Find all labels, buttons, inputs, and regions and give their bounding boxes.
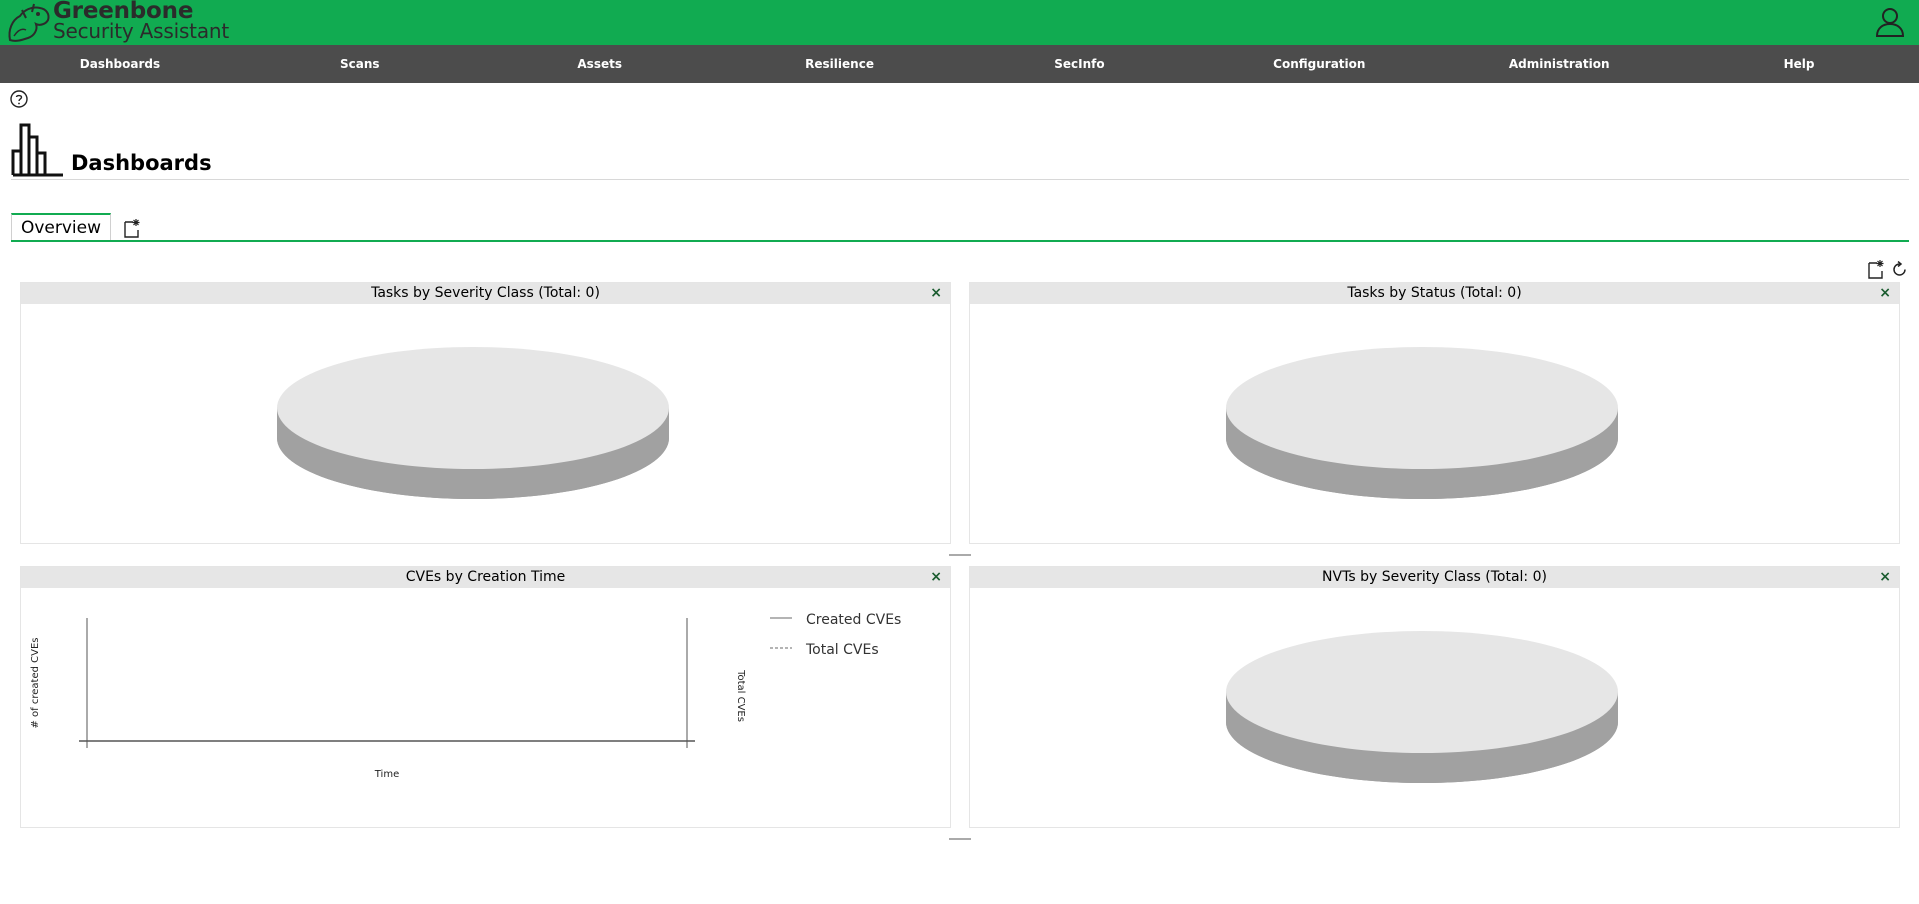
legend-label-total: Total CVEs xyxy=(805,642,879,658)
tab-underline xyxy=(11,240,1909,242)
display-header[interactable]: Tasks by Status (Total: 0) × xyxy=(970,283,1899,304)
close-display-button[interactable]: × xyxy=(930,567,942,588)
display-tasks-by-status: Tasks by Status (Total: 0) × xyxy=(969,282,1900,544)
menu-resilience[interactable]: Resilience xyxy=(720,45,960,83)
menu-administration[interactable]: Administration xyxy=(1439,45,1679,83)
empty-pie-chart xyxy=(1226,631,1618,783)
display-nvts-by-severity: NVTs by Severity Class (Total: 0) × xyxy=(969,566,1900,828)
close-display-button[interactable]: × xyxy=(930,283,942,304)
new-dashboard-icon[interactable] xyxy=(123,218,141,238)
top-header: Greenbone Security Assistant xyxy=(0,0,1919,45)
menu-assets[interactable]: Assets xyxy=(480,45,720,83)
empty-pie-chart xyxy=(277,347,669,499)
tab-overview[interactable]: Overview xyxy=(11,213,111,241)
add-display-icon[interactable] xyxy=(1867,259,1885,279)
row-resize-handle[interactable] xyxy=(949,554,971,556)
close-display-button[interactable]: × xyxy=(1879,567,1891,588)
help-icon[interactable] xyxy=(10,90,28,108)
left-y-axis-label: # of created CVEs xyxy=(30,638,41,729)
user-icon[interactable] xyxy=(1875,6,1905,38)
x-axis-label: Time xyxy=(374,769,399,780)
menu-help[interactable]: Help xyxy=(1679,45,1919,83)
empty-pie-chart xyxy=(1226,347,1618,499)
menu-dashboards[interactable]: Dashboards xyxy=(0,45,240,83)
display-header[interactable]: Tasks by Severity Class (Total: 0) × xyxy=(21,283,950,304)
line-chart: Time # of created CVEs Total CVEs Create… xyxy=(30,612,901,780)
display-title: Tasks by Severity Class (Total: 0) xyxy=(371,285,600,301)
display-cves-by-creation-time: CVEs by Creation Time × Time # of create… xyxy=(20,566,951,828)
menu-configuration[interactable]: Configuration xyxy=(1199,45,1439,83)
display-title: NVTs by Severity Class (Total: 0) xyxy=(1322,569,1547,585)
display-tasks-by-severity: Tasks by Severity Class (Total: 0) × xyxy=(20,282,951,544)
page-title: Dashboards xyxy=(71,151,212,175)
display-header[interactable]: CVEs by Creation Time × xyxy=(21,567,950,588)
close-display-button[interactable]: × xyxy=(1879,283,1891,304)
display-title: Tasks by Status (Total: 0) xyxy=(1347,285,1522,301)
row-resize-handle[interactable] xyxy=(949,838,971,840)
menu-scans[interactable]: Scans xyxy=(240,45,480,83)
main-menu: Dashboards Scans Assets Resilience SecIn… xyxy=(0,45,1919,83)
menu-secinfo[interactable]: SecInfo xyxy=(960,45,1200,83)
brand-subtitle: Security Assistant xyxy=(53,19,229,43)
dashboard-bar-chart-icon xyxy=(11,123,63,177)
display-header[interactable]: NVTs by Severity Class (Total: 0) × xyxy=(970,567,1899,588)
right-y-axis-label: Total CVEs xyxy=(735,669,746,722)
display-title: CVEs by Creation Time xyxy=(405,569,566,585)
greenbone-dragon-logo[interactable] xyxy=(4,0,54,45)
legend-label-created: Created CVEs xyxy=(806,612,901,628)
title-divider xyxy=(11,179,1909,180)
reset-icon[interactable] xyxy=(1891,261,1908,278)
